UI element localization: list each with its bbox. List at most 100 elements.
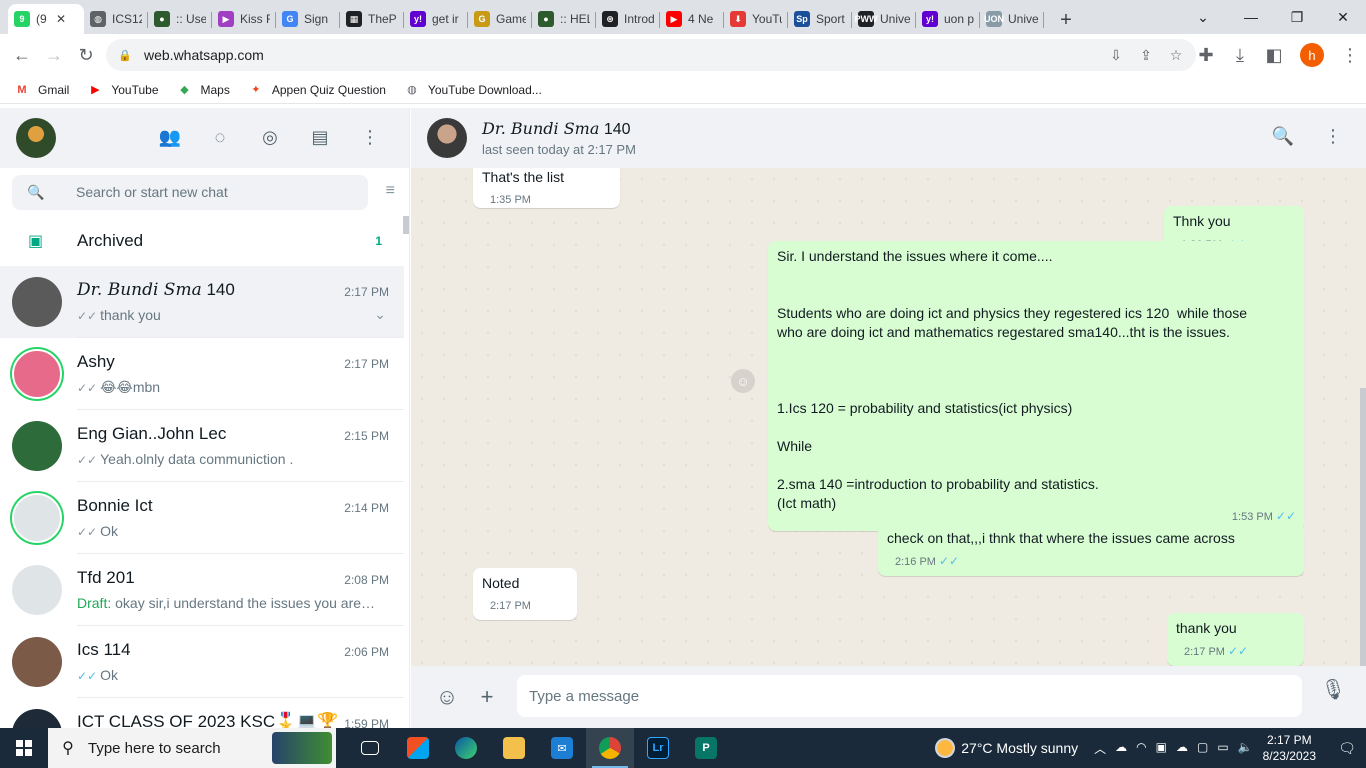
volume-icon[interactable]: 🔈 bbox=[1238, 740, 1253, 757]
message-composer[interactable] bbox=[517, 675, 1302, 717]
outgoing-message[interactable]: Sir. I understand the issues where it co… bbox=[768, 241, 1304, 531]
browser-tab[interactable]: PWW Unive bbox=[852, 4, 916, 34]
chat-search-input[interactable] bbox=[76, 184, 356, 200]
edge-icon[interactable] bbox=[442, 728, 490, 768]
cloud-sync-icon[interactable]: ☁ bbox=[1176, 740, 1188, 757]
share-icon[interactable]: ⇪ bbox=[1134, 43, 1158, 67]
browser-tab[interactable]: G Game bbox=[468, 4, 532, 34]
new-tab-button[interactable]: + bbox=[1052, 6, 1080, 34]
chat-avatar[interactable] bbox=[12, 637, 62, 687]
communities-icon[interactable]: 👥 bbox=[157, 124, 183, 150]
bookmark-item[interactable]: ▶ YouTube bbox=[87, 83, 158, 97]
taskbar-clock[interactable]: 2:17 PM 8/23/2023 bbox=[1263, 732, 1316, 764]
browser-tab[interactable]: ⊛ Introd bbox=[596, 4, 660, 34]
browser-tab[interactable]: ●:: HEL bbox=[532, 4, 596, 34]
chat-avatar[interactable] bbox=[12, 493, 62, 543]
profile-avatar[interactable]: h bbox=[1300, 43, 1324, 67]
task-view-icon[interactable] bbox=[346, 728, 394, 768]
back-arrow-icon[interactable]: ← bbox=[6, 39, 38, 71]
microphone-icon[interactable]: 🎙 bbox=[1321, 677, 1346, 702]
publisher-icon[interactable]: P bbox=[682, 728, 730, 768]
chat-list-item[interactable]: Bonnie Ict 2:14 PM ✓✓ Ok bbox=[0, 482, 404, 554]
browser-tab[interactable]: G Sign bbox=[276, 4, 340, 34]
search-messages-icon[interactable]: 🔍 bbox=[1272, 126, 1294, 147]
battery-icon[interactable]: ▭ bbox=[1217, 740, 1228, 757]
attach-plus-icon[interactable]: + bbox=[467, 677, 507, 717]
url-text[interactable]: web.whatsapp.com bbox=[144, 47, 264, 63]
browser-tab[interactable]: ◍ ICS12 bbox=[84, 4, 148, 34]
browser-menu-icon[interactable]: ⋮ bbox=[1334, 39, 1366, 71]
lightroom-icon[interactable]: Lr bbox=[634, 728, 682, 768]
address-bar[interactable]: 🔒 web.whatsapp.com ⇩ ⇪ ☆ bbox=[106, 39, 1196, 71]
notifications-icon[interactable]: 🗨 bbox=[1332, 740, 1362, 757]
emoji-icon[interactable]: ☺ bbox=[427, 677, 467, 717]
chat-avatar[interactable] bbox=[12, 709, 62, 728]
chat-list-item[interactable]: Ashy 2:17 PM ✓✓ 😂😂mbn bbox=[0, 338, 404, 410]
chat-list-item[interactable]: ICT CLASS OF 2023 KSC🎖️💻🏆 1:59 PM bbox=[0, 698, 404, 728]
browser-tab[interactable]: y! uon p bbox=[916, 4, 980, 34]
onedrive-icon[interactable]: ☁ bbox=[1115, 740, 1127, 757]
archived-row[interactable]: ▣ Archived 1 bbox=[0, 216, 404, 266]
incoming-message[interactable]: Noted 2:17 PM bbox=[473, 568, 577, 620]
react-emoji-icon[interactable]: ☺ bbox=[731, 369, 755, 393]
wifi-icon[interactable]: ◠ bbox=[1136, 740, 1146, 757]
bookmark-star-icon[interactable]: ☆ bbox=[1164, 43, 1188, 67]
install-app-icon[interactable]: ⇩ bbox=[1104, 43, 1128, 67]
new-chat-icon[interactable]: ▤ bbox=[307, 124, 333, 150]
chevron-down-icon[interactable]: ⌄ bbox=[374, 306, 386, 323]
chat-avatar[interactable] bbox=[12, 421, 62, 471]
my-profile-avatar[interactable] bbox=[16, 118, 56, 158]
outgoing-message[interactable]: thank you 2:17 PM ✓✓ bbox=[1167, 613, 1304, 666]
chat-list-item[interactable]: Ics 114 2:06 PM ✓✓ Ok bbox=[0, 626, 404, 698]
chrome-icon[interactable] bbox=[586, 728, 634, 768]
outgoing-message[interactable]: check on that,,,i thnk that where the is… bbox=[878, 523, 1304, 576]
chat-avatar[interactable] bbox=[12, 349, 62, 399]
bookmark-item[interactable]: M Gmail bbox=[14, 83, 69, 97]
channels-icon[interactable]: ◎ bbox=[257, 124, 283, 150]
extensions-puzzle-icon[interactable]: ✚ bbox=[1190, 39, 1222, 71]
browser-tab[interactable]: Sp Sport bbox=[788, 4, 852, 34]
downloads-icon[interactable]: ⤓ bbox=[1224, 39, 1256, 71]
chat-avatar[interactable] bbox=[12, 277, 62, 327]
close-window-button[interactable]: ✕ bbox=[1320, 0, 1366, 34]
contact-avatar[interactable] bbox=[427, 118, 467, 158]
bookmark-item[interactable]: ✦ Appen Quiz Question bbox=[248, 83, 386, 97]
message-input[interactable] bbox=[529, 687, 1269, 705]
conversation-header[interactable]: Dr. Bundi Sma 140 last seen today at 2:1… bbox=[411, 108, 1366, 168]
bookmark-item[interactable]: ◆ Maps bbox=[177, 83, 230, 97]
chat-list-item[interactable]: Eng Gian..John Lec 2:15 PM ✓✓ Yeah.olnly da… bbox=[0, 410, 404, 482]
bookmark-item[interactable]: ◍ YouTube Download... bbox=[404, 83, 542, 97]
sidebar-scrollbar[interactable] bbox=[403, 216, 409, 234]
tab-search-chevron-icon[interactable]: ⌄ bbox=[1180, 0, 1226, 34]
menu-icon[interactable]: ⋮ bbox=[357, 124, 383, 150]
contact-name[interactable]: Dr. Bundi Sma 140 bbox=[482, 119, 636, 139]
status-icon[interactable]: ◌ bbox=[207, 124, 233, 150]
reload-icon[interactable]: ↻ bbox=[70, 39, 102, 71]
lock-icon[interactable]: 🔒 bbox=[118, 49, 134, 62]
side-panel-icon[interactable]: ◧ bbox=[1258, 39, 1290, 71]
browser-tab[interactable]: y! get ir bbox=[404, 4, 468, 34]
browser-tab[interactable]: ●:: Use bbox=[148, 4, 212, 34]
weather-widget[interactable]: 27°C Mostly sunny bbox=[935, 738, 1078, 758]
chat-list-item[interactable]: Tfd 201 2:08 PM Draft: okay sir,i understa… bbox=[0, 554, 404, 626]
file-explorer-icon[interactable] bbox=[490, 728, 538, 768]
browser-tab[interactable]: ⬇ YouTu bbox=[724, 4, 788, 34]
incoming-message[interactable]: That's the list 1:35 PM bbox=[473, 168, 620, 208]
browser-tab[interactable]: ▶ Kiss F bbox=[212, 4, 276, 34]
show-hidden-icons-icon[interactable]: ︿ bbox=[1094, 740, 1106, 757]
chat-search-box[interactable]: 🔍 bbox=[12, 174, 368, 210]
chat-list-item[interactable]: Dr. Bundi Sma 140 2:17 PM ✓✓ thank you ⌄ bbox=[0, 266, 404, 338]
browser-tab[interactable]: UON Unive bbox=[980, 4, 1044, 34]
chat-avatar[interactable] bbox=[12, 565, 62, 615]
taskbar-search[interactable]: ⚲ Type here to search bbox=[48, 728, 336, 768]
screen-icon[interactable]: ▢ bbox=[1197, 740, 1208, 757]
conversation-scrollbar[interactable] bbox=[1360, 388, 1366, 666]
microsoft-store-icon[interactable] bbox=[394, 728, 442, 768]
forward-arrow-icon[interactable]: → bbox=[38, 39, 70, 71]
minimize-button[interactable]: — bbox=[1228, 0, 1274, 34]
filter-icon[interactable]: ≡ bbox=[386, 182, 395, 200]
mail-icon[interactable]: ✉ bbox=[538, 728, 586, 768]
search-icon[interactable]: 🔍 bbox=[12, 184, 60, 201]
browser-tab[interactable]: 9 (9 ✕ bbox=[8, 4, 84, 34]
conversation-menu-icon[interactable]: ⋮ bbox=[1324, 126, 1342, 147]
